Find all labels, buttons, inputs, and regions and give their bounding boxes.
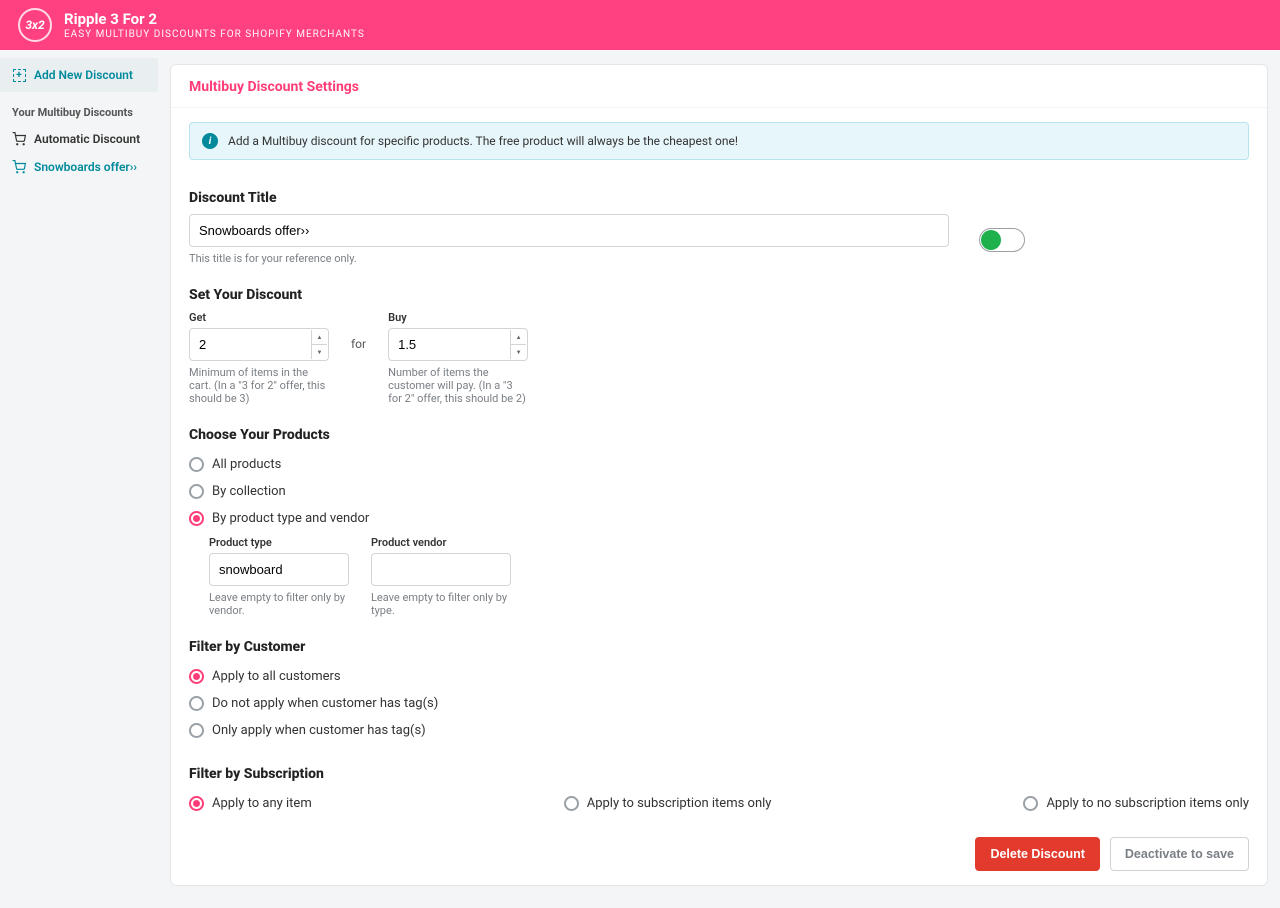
radio-label: Apply to subscription items only — [587, 796, 772, 811]
radio-label: By collection — [212, 484, 286, 499]
radio-customer-all[interactable]: Apply to all customers — [189, 663, 1249, 690]
discount-title-hint: This title is for your reference only. — [189, 252, 949, 265]
app-header: 3x2 Ripple 3 For 2 EASY MULTIBUY DISCOUN… — [0, 0, 1280, 50]
product-vendor-label: Product vendor — [371, 536, 511, 549]
sidebar: Add New Discount Your Multibuy Discounts… — [0, 50, 158, 908]
cart-icon — [12, 160, 26, 174]
app-logo: 3x2 — [18, 8, 52, 42]
buy-step-up[interactable]: ▲ — [510, 330, 526, 345]
discount-title-input[interactable] — [189, 214, 949, 247]
buy-input[interactable] — [388, 328, 528, 361]
get-label: Get — [189, 311, 329, 324]
main-content: Multibuy Discount Settings i Add a Multi… — [158, 50, 1280, 908]
settings-card: Multibuy Discount Settings i Add a Multi… — [170, 64, 1268, 886]
set-discount-heading: Set Your Discount — [189, 287, 1249, 303]
radio-sub-only[interactable]: Apply to subscription items only — [564, 790, 772, 817]
buy-hint: Number of items the customer will pay. (… — [388, 366, 528, 405]
radio-label: Do not apply when customer has tag(s) — [212, 696, 438, 711]
product-type-hint: Leave empty to filter only by vendor. — [209, 591, 349, 617]
page-title: Multibuy Discount Settings — [171, 65, 1267, 108]
discount-enabled-toggle[interactable] — [979, 228, 1025, 252]
sidebar-item-label: Snowboards offer›› — [34, 160, 137, 174]
for-label: for — [351, 311, 366, 351]
sidebar-section-title: Your Multibuy Discounts — [0, 92, 158, 125]
radio-label: Apply to any item — [212, 796, 312, 811]
delete-discount-button[interactable]: Delete Discount — [975, 837, 1099, 871]
get-step-down[interactable]: ▼ — [311, 345, 327, 359]
product-type-label: Product type — [209, 536, 349, 549]
radio-label: Apply to all customers — [212, 669, 341, 684]
buy-label: Buy — [388, 311, 528, 324]
radio-customer-not-tag[interactable]: Do not apply when customer has tag(s) — [189, 690, 1249, 717]
filter-subscription-heading: Filter by Subscription — [189, 766, 1249, 782]
get-step-up[interactable]: ▲ — [311, 330, 327, 345]
discount-title-heading: Discount Title — [189, 190, 1249, 206]
product-type-input[interactable] — [209, 553, 349, 586]
radio-label: Apply to no subscription items only — [1046, 796, 1249, 811]
radio-label: Only apply when customer has tag(s) — [212, 723, 426, 738]
product-vendor-input[interactable] — [371, 553, 511, 586]
radio-all-products[interactable]: All products — [189, 451, 1249, 478]
radio-label: By product type and vendor — [212, 511, 369, 526]
app-subtitle: EASY MULTIBUY DISCOUNTS FOR SHOPIFY MERC… — [64, 29, 365, 40]
add-dashed-icon — [12, 68, 26, 82]
add-new-discount-button[interactable]: Add New Discount — [0, 58, 158, 92]
product-vendor-hint: Leave empty to filter only by type. — [371, 591, 511, 617]
cart-icon — [12, 132, 26, 146]
sidebar-item-automatic[interactable]: Automatic Discount — [0, 125, 158, 153]
sidebar-item-snowboards[interactable]: Snowboards offer›› — [0, 153, 158, 181]
choose-products-heading: Choose Your Products — [189, 427, 1249, 443]
filter-customer-heading: Filter by Customer — [189, 639, 1249, 655]
deactivate-button[interactable]: Deactivate to save — [1110, 837, 1249, 871]
radio-label: All products — [212, 457, 281, 472]
app-title: Ripple 3 For 2 — [64, 10, 365, 28]
radio-sub-none[interactable]: Apply to no subscription items only — [1023, 790, 1249, 817]
sidebar-item-label: Automatic Discount — [34, 132, 140, 146]
radio-customer-only-tag[interactable]: Only apply when customer has tag(s) — [189, 717, 1249, 744]
get-hint: Minimum of items in the cart. (In a "3 f… — [189, 366, 329, 405]
radio-by-collection[interactable]: By collection — [189, 478, 1249, 505]
info-banner: i Add a Multibuy discount for specific p… — [189, 122, 1249, 160]
radio-sub-any[interactable]: Apply to any item — [189, 790, 312, 817]
radio-by-type-vendor[interactable]: By product type and vendor — [189, 505, 1249, 532]
get-input[interactable] — [189, 328, 329, 361]
banner-text: Add a Multibuy discount for specific pro… — [228, 134, 738, 148]
info-icon: i — [202, 133, 218, 149]
add-new-label: Add New Discount — [34, 68, 133, 82]
buy-step-down[interactable]: ▼ — [510, 345, 526, 359]
